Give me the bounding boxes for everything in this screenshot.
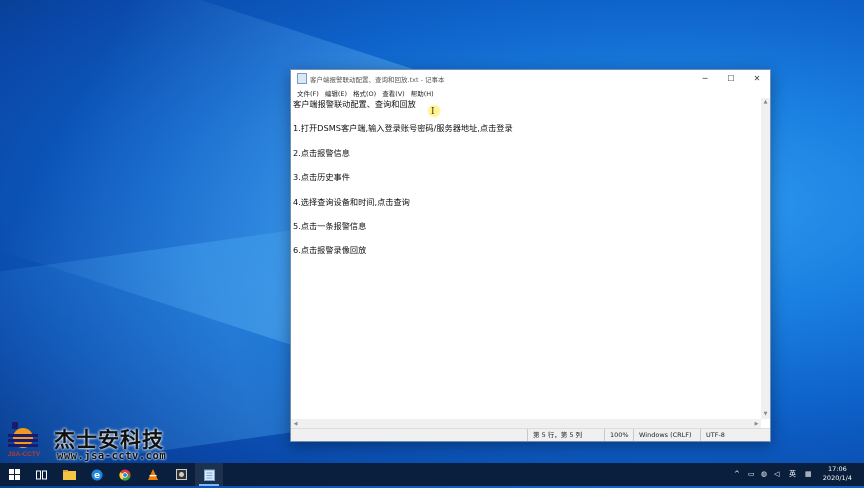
scroll-down-icon[interactable]: ▼ xyxy=(761,410,770,419)
encoding: UTF-8 xyxy=(700,429,725,441)
vertical-scrollbar[interactable]: ▲ ▼ xyxy=(761,98,770,419)
ime-indicator[interactable]: 英 xyxy=(789,463,796,486)
window-title: 客户端报警联动配置、查询和回放.txt - 记事本 xyxy=(310,75,445,84)
document-line: 3.点击历史事件 xyxy=(293,172,350,183)
document-line: 2.点击报警信息 xyxy=(293,147,350,158)
text-cursor-icon: I xyxy=(431,107,435,117)
keyboard-icon[interactable]: ▦ xyxy=(805,463,812,486)
watermark-url: www.jsa-cctv.com xyxy=(57,450,167,462)
document-line: 1.打开DSMS客户端,输入登录账号密码/服务器地址,点击登录 xyxy=(293,123,513,134)
clock-date: 2020/1/4 xyxy=(822,474,852,482)
notepad-window[interactable]: 客户端报警联动配置、查询和回放.txt - 记事本 ─ ☐ ✕ 文件(F) 编辑… xyxy=(290,69,771,442)
menu-bar: 文件(F) 编辑(E) 格式(O) 查看(V) 帮助(H) xyxy=(291,87,770,98)
wechat-icon[interactable]: ◍ xyxy=(761,463,767,486)
menu-format[interactable]: 格式(O) xyxy=(350,88,379,98)
document-line: 5.点击一条报警信息 xyxy=(293,220,367,231)
document-line: 4.选择查询设备和时间,点击查询 xyxy=(293,196,410,207)
zoom-level: 100% xyxy=(604,429,629,441)
document-line: 客户端报警联动配置、查询和回放 xyxy=(293,99,416,109)
notepad-taskbar-icon[interactable] xyxy=(195,463,223,486)
menu-file[interactable]: 文件(F) xyxy=(294,88,322,98)
taskbar: e ^ ▭ ◍ ◁ 英 ▦ 17:06 2020/1/4 xyxy=(0,463,864,486)
menu-edit[interactable]: 编辑(E) xyxy=(322,88,350,98)
chrome-icon[interactable] xyxy=(111,463,139,486)
windows-start-icon[interactable] xyxy=(0,463,28,486)
file-explorer-icon[interactable] xyxy=(55,463,83,486)
text-editor[interactable]: 客户端报警联动配置、查询和回放 1.打开DSMS客户端,输入登录账号密码/服务器… xyxy=(291,98,761,419)
network-icon[interactable]: ▭ xyxy=(748,463,755,486)
line-ending: Windows (CRLF) xyxy=(633,429,692,441)
menu-view[interactable]: 查看(V) xyxy=(379,88,408,98)
logo-text: JSA-CCTV xyxy=(8,451,41,458)
maximize-button[interactable]: ☐ xyxy=(718,70,744,87)
clock[interactable]: 17:06 2020/1/4 xyxy=(823,465,852,483)
chevron-up-icon[interactable]: ^ xyxy=(734,463,740,486)
edge-icon[interactable]: e xyxy=(83,463,111,486)
status-bar: 第 5 行，第 5 列 100% Windows (CRLF) UTF-8 xyxy=(291,428,770,441)
vlc-icon[interactable] xyxy=(139,463,167,486)
title-bar[interactable]: 客户端报警联动配置、查询和回放.txt - 记事本 ─ ☐ ✕ xyxy=(291,70,770,87)
document-line: 6.点击报警录像回放 xyxy=(293,245,367,256)
svg-text:e: e xyxy=(94,471,100,481)
jsa-logo: JSA-CCTV xyxy=(8,422,41,458)
volume-icon[interactable]: ◁ xyxy=(774,463,779,486)
notepad-icon xyxy=(297,73,307,84)
scroll-up-icon[interactable]: ▲ xyxy=(761,98,770,107)
app-icon[interactable] xyxy=(167,463,195,486)
minimize-button[interactable]: ─ xyxy=(692,70,718,87)
menu-help[interactable]: 帮助(H) xyxy=(408,88,437,98)
cursor-position: 第 5 行，第 5 列 xyxy=(527,429,582,441)
clock-time: 17:06 xyxy=(828,465,847,473)
close-button[interactable]: ✕ xyxy=(744,70,770,87)
task-view-icon[interactable] xyxy=(27,463,55,486)
